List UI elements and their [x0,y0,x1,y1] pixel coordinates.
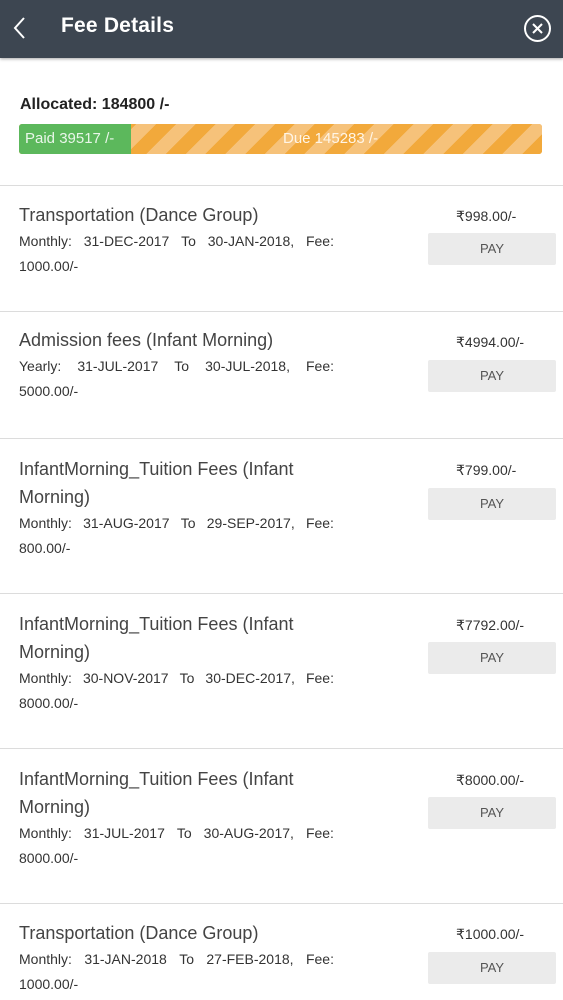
fee-to: To [180,515,196,531]
fee-list-item: InfantMorning_Tuition Fees (Infant Morni… [0,749,563,904]
fee-to: To [181,233,196,249]
fee-label: Fee: [305,515,334,531]
fee-label: Fee: [305,358,334,374]
page-title: Fee Details [61,14,175,37]
close-circle-icon[interactable] [523,14,552,43]
app-header: Fee Details [0,0,563,58]
fee-title: Transportation (Dance Group) [19,205,259,225]
fee-to: To [179,670,195,686]
fee-to: To [179,951,194,967]
fee-list-item: InfantMorning_Tuition Fees (Infant Morni… [0,439,563,594]
fee-start-date: 30-NOV-2017 [82,670,169,686]
fee-detail: Monthly: 30-NOV-2017 To 30-DEC-2017, Fee… [19,666,339,716]
fee-period: Monthly: [19,951,72,967]
fee-list-item: Admission fees (Infant Morning) Yearly: … [0,312,563,439]
fee-start-date: 31-JAN-2018 [84,951,167,967]
fee-end-date: 30-JAN-2018, [207,233,295,249]
pay-button[interactable]: PAY [428,642,556,674]
pay-button[interactable]: PAY [428,797,556,829]
fee-end-date: 29-SEP-2017, [206,515,295,531]
chevron-left-icon[interactable] [10,13,30,43]
fee-label: Fee: [305,825,334,841]
fee-start-date: 31-JUL-2017 [77,358,159,374]
fee-due-amount: ₹8000.00/- [456,772,525,788]
fee-start-date: 31-JUL-2017 [83,825,165,841]
fee-start-date: 31-AUG-2017 [83,515,170,531]
fee-detail: Yearly: 31-JUL-2017 To 30-JUL-2018, Fee:… [19,354,339,404]
fee-end-date: 30-DEC-2017, [205,670,295,686]
fee-total: 8000.00/- [19,850,79,866]
fee-start-date: 31-DEC-2017 [83,233,170,249]
fee-end-date: 30-AUG-2017, [203,825,294,841]
fee-period: Monthly: [19,233,72,249]
fee-list-item: Transportation (Dance Group) Monthly: 31… [0,904,563,1000]
fee-title: InfantMorning_Tuition Fees (Infant Morni… [19,614,294,662]
fee-list-item: InfantMorning_Tuition Fees (Infant Morni… [0,594,563,749]
allocated-amount: Allocated: 184800 /- [20,96,170,113]
fee-title: InfantMorning_Tuition Fees (Infant Morni… [19,769,294,817]
fee-due-amount: ₹998.00/- [456,208,517,224]
fee-label: Fee: [305,233,334,249]
payment-progress-bar: Paid 39517 /- Due 145283 /- [19,124,542,154]
fee-due-amount: ₹7792.00/- [456,617,525,633]
fee-to: To [176,825,192,841]
fee-total: 8000.00/- [19,695,79,711]
fee-total: 800.00/- [19,540,71,556]
fee-list-item: Transportation (Dance Group) Monthly: 31… [0,186,563,312]
fee-due-amount: ₹1000.00/- [456,926,525,942]
fee-total: 5000.00/- [19,383,79,399]
fee-detail: Monthly: 31-DEC-2017 To 30-JAN-2018, Fee… [19,229,339,279]
fee-detail: Monthly: 31-JAN-2018 To 27-FEB-2018, Fee… [19,947,339,997]
fee-due-amount: ₹799.00/- [456,462,517,478]
fee-label: Fee: [305,951,334,967]
fee-to: To [174,358,190,374]
fee-label: Fee: [305,670,334,686]
fee-detail: Monthly: 31-AUG-2017 To 29-SEP-2017, Fee… [19,511,339,561]
fee-title: InfantMorning_Tuition Fees (Infant Morni… [19,459,294,507]
fee-title: Admission fees (Infant Morning) [19,330,274,350]
fee-due-amount: ₹4994.00/- [456,334,525,350]
fee-list: Transportation (Dance Group) Monthly: 31… [0,186,563,1000]
paid-label: Paid 39517 /- [25,130,115,147]
pay-button[interactable]: PAY [428,952,556,984]
fee-total: 1000.00/- [19,258,79,274]
fee-period: Monthly: [19,825,72,841]
pay-button[interactable]: PAY [428,488,556,520]
fee-period: Monthly: [19,670,72,686]
fee-end-date: 30-JUL-2018, [205,358,290,374]
pay-button[interactable]: PAY [428,233,556,265]
fee-period: Monthly: [19,515,72,531]
pay-button[interactable]: PAY [428,360,556,392]
fee-total: 1000.00/- [19,976,79,992]
fee-period: Yearly: [19,358,62,374]
fee-end-date: 27-FEB-2018, [206,951,294,967]
fee-detail: Monthly: 31-JUL-2017 To 30-AUG-2017, Fee… [19,821,339,871]
fee-title: Transportation (Dance Group) [19,923,259,943]
due-label: Due 145283 /- [283,130,379,147]
